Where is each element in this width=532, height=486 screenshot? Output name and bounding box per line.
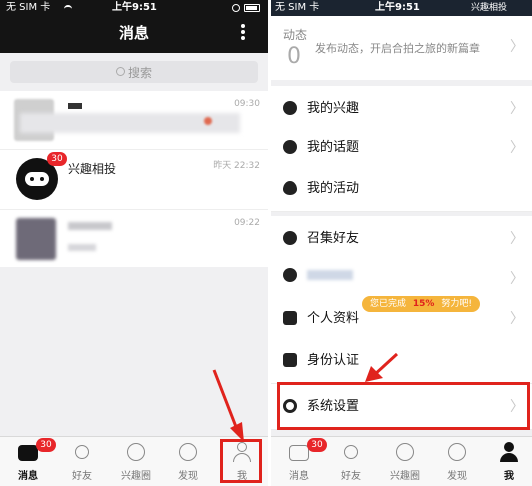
tab-badge: 30 <box>36 438 56 452</box>
more-vertical-icon[interactable] <box>240 24 246 40</box>
tab-label: 消息 <box>289 471 309 482</box>
friends-icon <box>75 445 89 459</box>
tab-label: 好友 <box>341 471 361 482</box>
orientation-lock-icon <box>232 4 240 12</box>
menu-label: 我的话题 <box>307 140 360 155</box>
tab-label: 发现 <box>447 471 467 482</box>
profile-completion-tip: 您已完成 15% 努力吧! <box>362 296 480 312</box>
tab-label: 兴趣圈 <box>121 471 151 482</box>
compass-icon <box>179 443 197 461</box>
search-bar: 搜索 <box>0 53 268 91</box>
conversation-name-blurred <box>68 222 112 230</box>
search-icon <box>116 67 125 76</box>
menu-my-activities[interactable]: 我的活动 <box>271 166 532 212</box>
menu-my-topics[interactable]: 我的话题 〉 <box>271 125 532 171</box>
battery-icon <box>244 4 260 12</box>
annotation-arrow <box>365 352 399 382</box>
user-icon <box>283 268 297 282</box>
chevron-right-icon: 〉 <box>510 39 524 55</box>
tab-messages[interactable]: 30 消息 <box>273 437 327 486</box>
profile-screen: 无 SIM 卡 上午9:51 兴趣相投 动态 0 发布动态，开启合拍之旅的新篇章… <box>271 0 532 486</box>
profile-icon <box>283 311 297 325</box>
conversation-item[interactable]: 30 兴趣相投 昨天 22:32 <box>0 149 268 209</box>
tab-label: 我 <box>504 471 514 482</box>
search-input[interactable]: 搜索 <box>10 61 258 83</box>
tip-prefix: 您已完成 <box>370 299 407 309</box>
tab-friends[interactable]: 好友 <box>325 437 377 486</box>
menu-invite-friends[interactable]: 召集好友 〉 <box>271 216 532 262</box>
annotation-arrow <box>212 369 244 442</box>
compass-icon <box>448 443 466 461</box>
conversation-name: 兴趣相投 <box>68 162 117 176</box>
conversation-time: 09:22 <box>234 218 260 228</box>
bell-icon <box>283 231 297 245</box>
person-icon <box>504 442 514 452</box>
conversation-name-blurred <box>68 103 82 109</box>
menu-user-item[interactable]: 〉 <box>271 260 532 298</box>
conversation-item[interactable]: 09:30 <box>0 91 268 149</box>
status-time: 上午9:51 <box>112 2 157 13</box>
menu-label: 个人资料 <box>307 311 360 326</box>
tab-interest-circle[interactable]: 兴趣圈 <box>379 437 431 486</box>
menu-label: 召集好友 <box>307 231 360 246</box>
conversation-time: 09:30 <box>234 99 260 109</box>
carrier-label: 无 SIM 卡 <box>6 2 51 13</box>
tab-label: 兴趣圈 <box>390 471 420 482</box>
status-time: 上午9:51 <box>375 2 420 13</box>
carrier-label: 无 SIM 卡 <box>275 2 320 13</box>
tab-messages[interactable]: 30 消息 <box>2 437 56 486</box>
message-icon <box>18 445 38 461</box>
tab-label: 消息 <box>18 471 38 482</box>
chevron-right-icon: 〉 <box>510 311 524 327</box>
circle-icon <box>396 443 414 461</box>
tab-interest-circle[interactable]: 兴趣圈 <box>110 437 162 486</box>
dynamics-label: 动态 <box>283 28 308 42</box>
page-title: 消息 <box>118 24 149 42</box>
unread-badge: 30 <box>47 152 67 166</box>
menu-label: 身份认证 <box>307 353 360 368</box>
circle-icon <box>127 443 145 461</box>
app-label: 兴趣相投 <box>471 3 508 13</box>
avatar <box>16 218 56 260</box>
tab-discover[interactable]: 发现 <box>431 437 483 486</box>
tab-me[interactable]: 我 <box>483 437 532 486</box>
heart-icon <box>283 181 297 195</box>
dynamics-section[interactable]: 动态 0 发布动态，开启合拍之旅的新篇章 〉 <box>271 16 532 80</box>
search-label: 搜索 <box>128 66 153 80</box>
unread-dot <box>204 117 212 125</box>
dynamics-prompt: 发布动态，开启合拍之旅的新篇章 <box>315 42 480 55</box>
menu-label-blurred <box>307 270 353 280</box>
dynamics-count: 0 <box>287 44 301 69</box>
conversation-preview-blurred <box>68 244 96 251</box>
menu-label: 我的活动 <box>307 181 360 196</box>
interest-icon <box>283 101 297 115</box>
id-card-icon <box>283 353 297 367</box>
tip-percent: 15% <box>412 299 435 309</box>
wifi-icon <box>64 5 72 11</box>
tab-label: 好友 <box>72 471 92 482</box>
chevron-right-icon: 〉 <box>510 231 524 247</box>
tip-suffix: 努力吧! <box>441 299 472 309</box>
status-bar: 无 SIM 卡 上午9:51 <box>0 0 268 16</box>
status-bar: 无 SIM 卡 上午9:51 兴趣相投 <box>271 0 532 16</box>
messages-screen: 无 SIM 卡 上午9:51 消息 搜索 09:30 30 兴趣相投 昨天 22… <box>0 0 268 486</box>
friends-icon <box>344 445 358 459</box>
tab-friends[interactable]: 好友 <box>56 437 108 486</box>
tab-label: 发现 <box>178 471 198 482</box>
conversation-time: 昨天 22:32 <box>213 161 260 171</box>
message-icon <box>289 445 309 461</box>
topic-icon <box>283 140 297 154</box>
conversation-item[interactable]: 09:22 <box>0 209 268 267</box>
highlight-box <box>277 382 530 430</box>
chevron-right-icon: 〉 <box>510 140 524 156</box>
tab-bar: 30 消息 好友 兴趣圈 发现 我 <box>271 436 532 486</box>
chevron-right-icon: 〉 <box>510 271 524 287</box>
tab-badge: 30 <box>307 438 327 452</box>
